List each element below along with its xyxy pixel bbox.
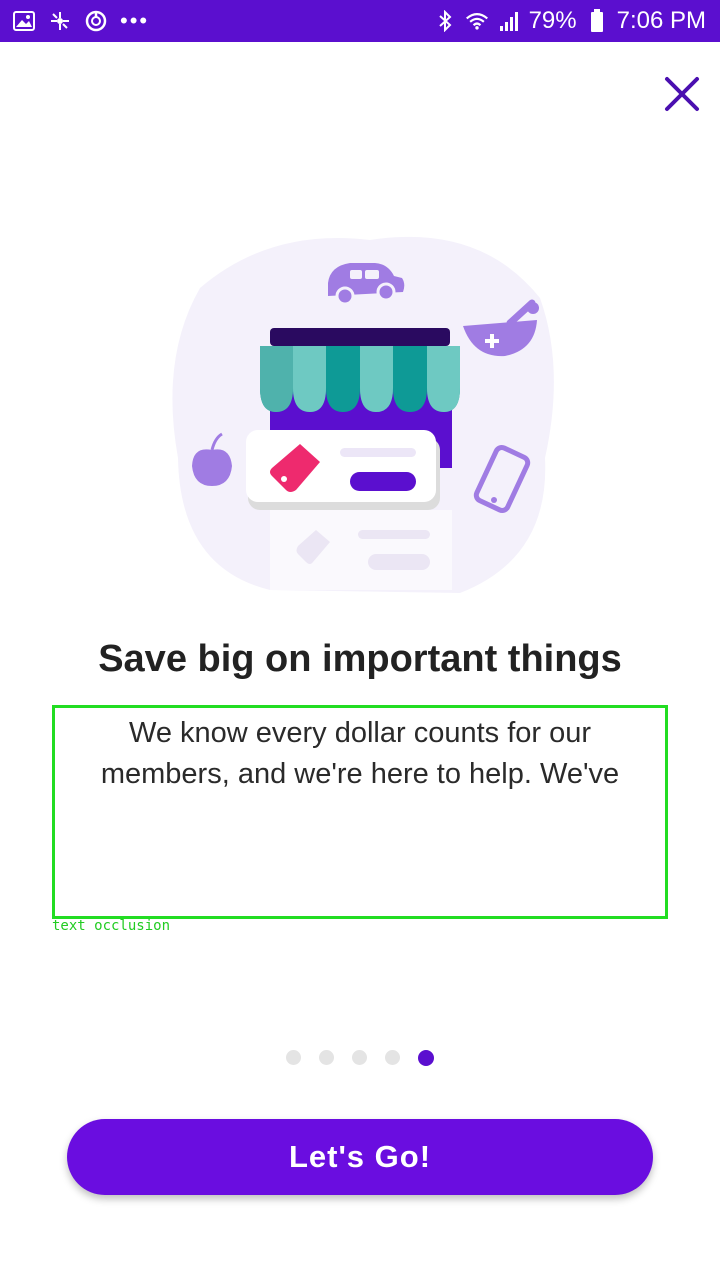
occlusion-label: text occlusion	[52, 918, 171, 934]
store-illustration	[160, 228, 560, 608]
body-clip: We know every dollar counts for our memb…	[55, 708, 665, 800]
close-icon	[665, 77, 699, 111]
bluetooth-icon	[433, 9, 457, 33]
status-left: •••	[12, 8, 149, 34]
page-title: Save big on important things	[98, 638, 622, 680]
close-button[interactable]	[656, 68, 708, 120]
pager-dots	[0, 1050, 720, 1066]
image-icon	[12, 9, 36, 33]
store-roof-bar	[270, 328, 450, 346]
clock: 7:06 PM	[616, 7, 706, 34]
battery-percent: 79%	[528, 7, 577, 34]
lets-go-button[interactable]: Let's Go!	[67, 1119, 653, 1195]
pager-dot-2[interactable]	[319, 1050, 334, 1065]
coupon-button-shape	[350, 472, 416, 491]
pager-dot-4[interactable]	[385, 1050, 400, 1065]
status-bar: ••• 79% 7:06 PM	[0, 0, 720, 42]
pager-dot-5-active[interactable]	[418, 1050, 434, 1066]
sync-icon	[84, 9, 108, 33]
body-text: We know every dollar counts for our memb…	[100, 717, 620, 800]
body-occlusion-box: We know every dollar counts for our memb…	[52, 705, 668, 919]
pager-dot-3[interactable]	[352, 1050, 367, 1065]
wifi-icon	[465, 9, 489, 33]
pager-dot-1[interactable]	[286, 1050, 301, 1065]
battery-icon	[585, 9, 609, 33]
more-notifications: •••	[120, 8, 150, 33]
network-icon	[48, 9, 72, 33]
coupon-line	[340, 448, 416, 457]
faded-card	[270, 510, 452, 590]
status-right: 79% 7:06 PM	[433, 7, 706, 35]
signal-icon	[497, 9, 521, 33]
